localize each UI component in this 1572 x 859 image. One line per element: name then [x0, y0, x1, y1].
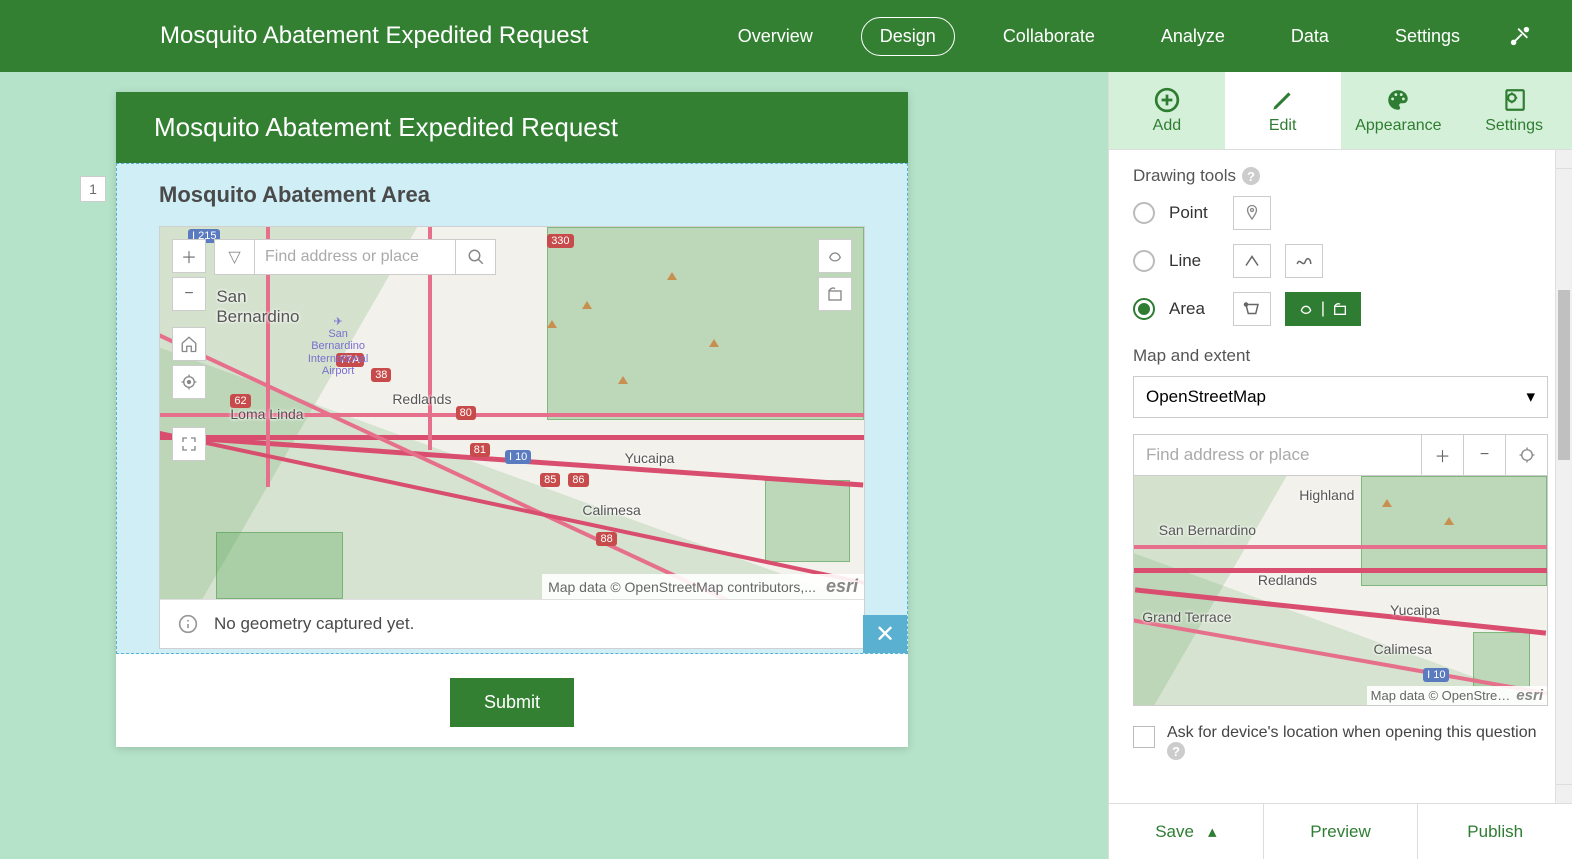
nav-data[interactable]: Data	[1273, 18, 1347, 55]
city-label: Yucaipa	[625, 450, 675, 466]
help-icon[interactable]: ?	[1167, 742, 1185, 760]
submit-button[interactable]: Submit	[450, 678, 574, 727]
panel-tabs: Add Edit Appearance Settings	[1109, 72, 1572, 150]
panel-content: Drawing tools ? Point Line	[1109, 150, 1572, 859]
nav-design[interactable]: Design	[861, 17, 955, 56]
basemap-select[interactable]: OpenStreetMap ▾	[1133, 376, 1548, 418]
hwy-shield: 330	[547, 234, 573, 248]
hwy-shield: 81	[470, 443, 490, 457]
nav-settings[interactable]: Settings	[1377, 18, 1478, 55]
ask-location-row: Ask for device's location when opening t…	[1133, 724, 1548, 761]
form-header: Mosquito Abatement Expedited Request	[116, 92, 908, 163]
properties-panel: Add Edit Appearance Settings Drawing too…	[1108, 72, 1572, 859]
city-label: Loma Linda	[230, 406, 303, 422]
tab-appearance[interactable]: Appearance	[1341, 72, 1457, 149]
app-title: Mosquito Abatement Expedited Request	[160, 22, 588, 50]
map-canvas[interactable]: I 215 I 10 38 330 79 77A 80 81 85 86 88 …	[160, 227, 864, 599]
line-freehand-icon[interactable]	[1285, 244, 1323, 278]
tab-add[interactable]: Add	[1109, 72, 1225, 149]
palette-icon	[1385, 87, 1411, 113]
area-polygon-icon[interactable]	[1233, 292, 1271, 326]
geometry-status-row: No geometry captured yet.	[160, 599, 864, 648]
tab-settings[interactable]: Settings	[1456, 72, 1572, 149]
top-nav: Overview Design Collaborate Analyze Data…	[720, 17, 1532, 56]
info-icon	[178, 614, 198, 634]
scrollbar[interactable]	[1555, 150, 1572, 803]
form-preview-area: 1 Mosquito Abatement Expedited Request M…	[0, 72, 1108, 859]
map-search-group: ▽	[214, 239, 496, 275]
esri-logo: esri	[826, 576, 858, 597]
search-source-dropdown[interactable]: ▽	[215, 240, 255, 274]
hwy-shield: 38	[371, 368, 391, 382]
map-question: I 215 I 10 38 330 79 77A 80 81 85 86 88 …	[159, 226, 865, 649]
extent-search-input[interactable]	[1134, 435, 1421, 475]
home-extent-button[interactable]	[172, 327, 206, 361]
search-icon[interactable]	[455, 240, 495, 274]
pencil-icon	[1270, 87, 1296, 113]
zoom-out-button[interactable]: −	[172, 277, 206, 311]
tool-point-row: Point	[1133, 196, 1548, 230]
draw-extent-button[interactable]	[818, 277, 852, 311]
extent-locate-button[interactable]	[1505, 435, 1547, 475]
airport-label: ✈SanBernardinoInternationalAirport	[308, 316, 369, 376]
scrollbar-thumb[interactable]	[1558, 290, 1570, 460]
tool-area-radio[interactable]	[1133, 298, 1155, 320]
gear-page-icon	[1501, 87, 1527, 113]
zoom-in-button[interactable]: ＋	[172, 239, 206, 273]
form-card: Mosquito Abatement Expedited Request Mos…	[116, 92, 908, 747]
tool-line-row: Line	[1133, 244, 1548, 278]
point-pin-icon[interactable]	[1233, 196, 1271, 230]
extent-zoom-in-button[interactable]: ＋	[1421, 435, 1463, 475]
line-vertex-icon[interactable]	[1233, 244, 1271, 278]
geometry-status-text: No geometry captured yet.	[214, 614, 414, 634]
map-search-input[interactable]	[255, 240, 455, 274]
hwy-shield: 80	[456, 406, 476, 420]
chevron-up-icon: ▴	[1208, 822, 1217, 842]
hwy-shield: 86	[568, 473, 588, 487]
fullscreen-button[interactable]	[172, 427, 206, 461]
tab-edit[interactable]: Edit	[1225, 72, 1341, 149]
hwy-shield: I 10	[505, 450, 531, 464]
question-container[interactable]: Mosquito Abatement Area	[116, 163, 908, 654]
map-attribution: Map data © OpenStreetMap contributors,..…	[542, 574, 864, 599]
bottom-actions: Save ▴ Preview Publish	[1109, 803, 1572, 859]
extent-search-row: ＋ −	[1133, 434, 1548, 476]
preview-button[interactable]: Preview	[1264, 804, 1419, 859]
nav-analyze[interactable]: Analyze	[1143, 18, 1243, 55]
hwy-shield: 88	[596, 532, 616, 546]
extent-zoom-out-button[interactable]: −	[1463, 435, 1505, 475]
locate-button[interactable]	[172, 365, 206, 399]
map-toolbar: ＋ − ▽	[172, 239, 496, 311]
top-bar: Mosquito Abatement Expedited Request Ove…	[0, 0, 1572, 72]
extent-attribution: Map data © OpenStre… esri	[1367, 686, 1547, 705]
publish-button[interactable]: Publish	[1418, 804, 1572, 859]
extent-map[interactable]: San Bernardino Highland Redlands Grand T…	[1133, 476, 1548, 706]
save-button[interactable]: Save ▴	[1109, 804, 1264, 859]
submit-row: Submit	[116, 654, 908, 747]
tool-area-row: Area |	[1133, 292, 1548, 326]
question-number-badge: 1	[80, 176, 106, 202]
question-title: Mosquito Abatement Area	[121, 182, 903, 218]
tool-point-radio[interactable]	[1133, 202, 1155, 224]
nav-overview[interactable]: Overview	[720, 18, 831, 55]
city-label: Redlands	[392, 391, 451, 407]
area-freehand-extent-icon[interactable]: |	[1285, 292, 1361, 326]
hwy-shield: 85	[540, 473, 560, 487]
map-extent-label: Map and extent	[1133, 346, 1548, 366]
chevron-down-icon: ▾	[1526, 387, 1535, 407]
nav-collaborate[interactable]: Collaborate	[985, 18, 1113, 55]
tools-icon[interactable]	[1508, 24, 1532, 48]
help-icon[interactable]: ?	[1242, 167, 1260, 185]
ask-location-label: Ask for device's location when opening t…	[1167, 724, 1537, 741]
draw-freehand-button[interactable]	[818, 239, 852, 273]
drawing-tools-label: Drawing tools ?	[1133, 166, 1548, 186]
close-question-button[interactable]: ✕	[863, 615, 907, 653]
tool-line-radio[interactable]	[1133, 250, 1155, 272]
plus-circle-icon	[1154, 87, 1180, 113]
ask-location-checkbox[interactable]	[1133, 726, 1155, 748]
city-label: Calimesa	[582, 502, 640, 518]
